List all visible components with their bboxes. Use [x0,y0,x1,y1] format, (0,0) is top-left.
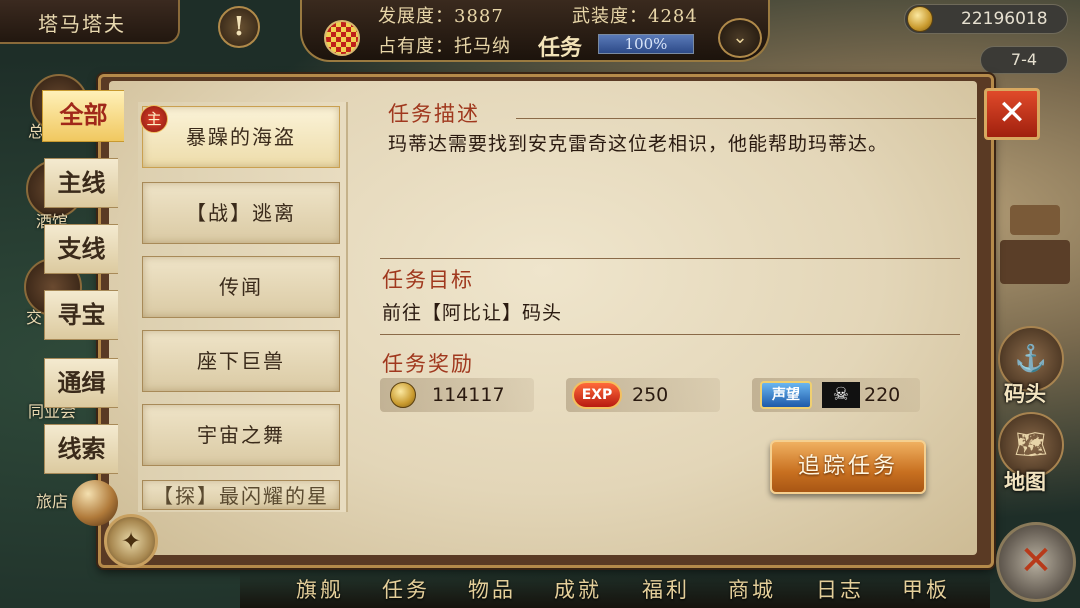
crossed-swords-button[interactable]: ✕ [996,522,1076,602]
quest-item-4[interactable]: 宇宙之舞 [142,404,340,466]
tab-main[interactable]: 主线 [44,158,118,208]
gold-counter: 22196018 [904,4,1068,34]
progress-text: 100% [624,35,668,53]
quest-objective: 前往【阿比让】码头 [382,302,563,324]
quest-item-label: 【战】逃离 [186,201,296,225]
dock-icon: ⚓ [1014,344,1048,374]
nav-log[interactable]: 日志 [816,574,864,604]
dock-label: 码头 [1004,381,1046,406]
alert-button[interactable]: ! [218,6,260,48]
fame-icon: 声望 [760,381,812,409]
bottom-nav: 旗舰 任务 物品 成就 福利 商城 日志 甲板 [240,572,990,608]
description-title: 任务描述 [388,102,480,126]
quest-item-3[interactable]: 座下巨兽 [142,330,340,392]
background-roof [1010,205,1060,235]
reward-title: 任务奖励 [382,352,474,376]
quest-item-label: 传闻 [219,275,263,299]
pirate-skull-icon: ☠ [822,382,860,408]
reward-gold: 114117 [380,378,534,412]
quest-item-1[interactable]: 【战】逃离 [142,182,340,244]
quest-item-0[interactable]: 主 暴躁的海盗 [140,105,340,168]
nav-tasks[interactable]: 任务 [382,574,430,604]
armament-stat: 武装度：4284 [572,6,698,27]
quest-item-label: 暴躁的海盗 [186,125,296,149]
inn-label: 旅店 [36,492,69,511]
divider [380,334,960,335]
nav-flagship[interactable]: 旗舰 [296,574,344,604]
city-name: 塔马塔夫 [0,0,180,44]
quest-item-label: 座下巨兽 [197,349,285,373]
tab-side[interactable]: 支线 [44,224,118,274]
quest-item-5[interactable]: 【探】最闪耀的星 [142,480,340,510]
nav-shop[interactable]: 商城 [728,574,776,604]
background-hut [1000,240,1070,284]
development-stat: 发展度：3887 [378,6,504,27]
task-progress-label: 任务 [538,35,583,61]
expand-chevron-button[interactable]: ⌄ [718,18,762,58]
nav-deck[interactable]: 甲板 [902,574,950,604]
tab-all[interactable]: 全部 [42,90,124,142]
tab-clues[interactable]: 线索 [44,424,118,474]
map-icon: 🗺 [1014,430,1048,460]
gold-coin-icon [907,6,933,32]
reward-fame-amount: 220 [864,384,901,406]
track-quest-button[interactable]: 追踪任务 [770,440,926,494]
quest-description: 玛蒂达需要找到安克雷奇这位老相识，他能帮助玛蒂达。 [388,133,889,155]
orb-ornament-icon [72,480,118,526]
main-quest-badge: 主 [140,105,168,133]
compass-button[interactable]: ✦ [104,514,158,568]
divider [516,118,976,119]
divider [380,258,960,259]
trade-label: 交 [26,308,43,327]
objective-title: 任务目标 [382,268,474,292]
reward-exp-amount: 250 [632,384,669,406]
occupancy-stat: 占有度：托马纳 [378,36,511,57]
quest-item-label: 宇宙之舞 [197,423,285,447]
close-button[interactable]: ✕ [984,88,1040,140]
nation-flag-icon [324,20,360,56]
nav-welfare[interactable]: 福利 [642,574,690,604]
city-status-bar: 发展度：3887 武装度：4284 占有度：托马纳 任务 100% ⌄ [300,0,770,62]
quest-item-2[interactable]: 传闻 [142,256,340,318]
task-progress-bar: 100% [598,34,694,54]
game-date: 7-4 [980,46,1068,74]
nav-items[interactable]: 物品 [468,574,516,604]
map-label: 地图 [1004,469,1046,494]
nav-achievements[interactable]: 成就 [554,574,602,604]
tab-wanted[interactable]: 通缉 [44,358,118,408]
quest-item-label: 【探】最闪耀的星 [153,484,329,508]
gold-amount: 22196018 [961,9,1048,29]
tab-treasure[interactable]: 寻宝 [44,290,118,340]
exp-icon: EXP [572,381,622,409]
reward-gold-amount: 114117 [432,384,505,406]
quest-list[interactable]: 主 暴躁的海盗 【战】逃离 传闻 座下巨兽 宇宙之舞 【探】最闪耀的星 [138,102,348,512]
gold-coin-icon [390,382,416,408]
